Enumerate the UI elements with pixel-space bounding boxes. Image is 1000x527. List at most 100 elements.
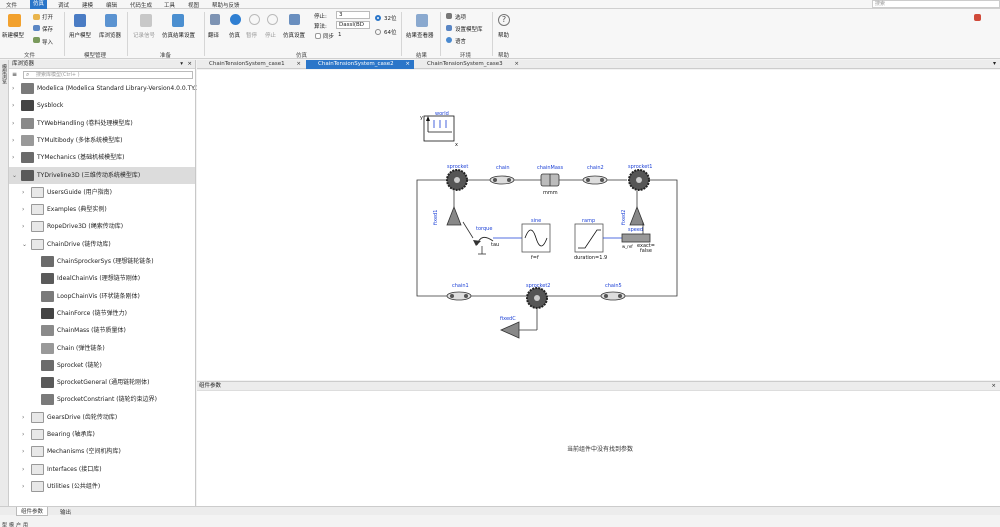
tree-item[interactable]: › TYMultibody (多体系统模型库): [9, 132, 195, 149]
menu-edit[interactable]: 编辑: [106, 1, 117, 9]
tab-case1[interactable]: ChainTensionSystem_case1 ×: [197, 60, 305, 69]
tree-item[interactable]: › UsersGuide (用户指南): [9, 184, 195, 201]
user-model-icon[interactable]: [74, 14, 86, 27]
menu-file[interactable]: 文件: [6, 1, 17, 9]
tree-item[interactable]: › Examples (典型实例): [9, 201, 195, 218]
torque-block[interactable]: torque tau: [473, 226, 499, 255]
model-browser-dock-tab[interactable]: 模型浏览: [1, 64, 8, 84]
sine-block[interactable]: sine f=f: [521, 218, 551, 261]
options-button[interactable]: 选项: [455, 13, 466, 21]
translate-button[interactable]: 翻译: [208, 31, 219, 39]
play-icon[interactable]: [230, 14, 241, 25]
tabs-menu-icon[interactable]: ▾: [993, 60, 996, 67]
save-icon[interactable]: [33, 25, 40, 31]
sim-settings-button[interactable]: 仿真设置: [283, 31, 305, 39]
sim-result-settings-icon[interactable]: [172, 14, 184, 27]
import-icon[interactable]: [33, 37, 40, 43]
speed-block[interactable]: speed w_ref exact= false: [621, 227, 655, 254]
tree-item[interactable]: LoopChainVis (环状链条刚体): [9, 288, 195, 305]
menu-modeling[interactable]: 建模: [82, 1, 93, 9]
algorithm-select[interactable]: Dassl(BD: [336, 21, 370, 29]
sim-result-settings-button[interactable]: 仿真结果设置: [162, 31, 195, 39]
tree-item[interactable]: › TYWebHandling (卷料处理模型库): [9, 115, 195, 132]
fixed2-block[interactable]: fixed2: [621, 191, 645, 226]
chevron-right-icon[interactable]: ›: [12, 132, 14, 149]
menu-debug[interactable]: 调试: [58, 1, 69, 9]
sprocket-block[interactable]: sprocket: [446, 164, 468, 191]
chevron-down-icon[interactable]: ⌄: [22, 236, 27, 253]
menu-help[interactable]: 帮助与反馈: [212, 1, 240, 9]
tree-item[interactable]: › Mechanisms (空间机构库): [9, 443, 195, 460]
library-browser-icon[interactable]: [105, 14, 117, 27]
close-icon[interactable]: ×: [296, 60, 301, 69]
world-block[interactable]: world y x: [420, 111, 458, 148]
fixed1-block[interactable]: fixed1: [433, 191, 462, 226]
translate-icon[interactable]: [210, 14, 220, 25]
open-icon[interactable]: [33, 14, 40, 20]
simulate-button[interactable]: 仿真: [229, 31, 240, 39]
tree-item[interactable]: Chain (弹性链条): [9, 340, 195, 357]
new-model-button[interactable]: 新建模型: [2, 31, 24, 39]
tree-options-icon[interactable]: ≡: [12, 71, 17, 78]
close-icon[interactable]: ×: [405, 60, 410, 69]
tree-item[interactable]: ⌄ TYDriveline3D (三维传动系统模型库): [9, 166, 195, 184]
bit64-radio[interactable]: [375, 29, 381, 35]
tree-item[interactable]: ChainForce (链节弹性力): [9, 305, 195, 322]
close-icon[interactable]: ×: [514, 60, 519, 69]
sync-checkbox[interactable]: [315, 33, 321, 39]
user-model-button[interactable]: 用户模型: [69, 31, 91, 39]
sim-settings-icon[interactable]: [289, 14, 300, 25]
menu-tools[interactable]: 工具: [164, 1, 175, 9]
chevron-right-icon[interactable]: ›: [12, 115, 14, 132]
tree-item[interactable]: › TYMechanics (基础机械模型库): [9, 149, 195, 166]
set-model-lib-button[interactable]: 设置模型库: [455, 25, 483, 33]
options-icon[interactable]: [446, 13, 452, 19]
tree-item[interactable]: › RopeDrive3D (绳索传动库): [9, 218, 195, 235]
pause-button[interactable]: 暂停: [246, 31, 257, 39]
tree-item[interactable]: › Modelica (Modelica Standard Library-Ver…: [9, 80, 202, 97]
help-button[interactable]: 帮助: [498, 31, 509, 39]
chevron-right-icon[interactable]: ›: [22, 461, 24, 478]
tree-item[interactable]: › Bearing (轴承库): [9, 426, 195, 443]
pause-icon[interactable]: [249, 14, 260, 25]
chain2-block[interactable]: chain2: [582, 165, 608, 185]
chevron-right-icon[interactable]: ›: [22, 478, 24, 495]
open-button[interactable]: 打开: [42, 13, 53, 21]
help-icon[interactable]: ?: [498, 14, 510, 26]
result-viewer-button[interactable]: 结果查看器: [406, 31, 434, 39]
chainmass-block[interactable]: chainMass mmm: [537, 165, 564, 196]
sprocket2-block[interactable]: sprocket2: [526, 283, 550, 309]
import-button[interactable]: 导入: [42, 38, 53, 46]
chain-block[interactable]: chain: [489, 165, 515, 185]
diagram-canvas[interactable]: world y x sprocket chain chainMass mmm c…: [197, 70, 1000, 380]
chevron-right-icon[interactable]: ›: [22, 184, 24, 201]
tree-item[interactable]: SprocketConstriant (链轮约束边界): [9, 391, 195, 408]
record-signal-icon[interactable]: [140, 14, 152, 27]
chevron-right-icon[interactable]: ›: [22, 443, 24, 460]
tab-case3[interactable]: ChainTensionSystem_case3 ×: [415, 60, 523, 69]
tree-item[interactable]: ChainMass (链节质量体): [9, 322, 195, 339]
chevron-right-icon[interactable]: ›: [22, 426, 24, 443]
chevron-right-icon[interactable]: ›: [22, 218, 24, 235]
chevron-right-icon[interactable]: ›: [22, 201, 24, 218]
stop-time-input[interactable]: 3: [336, 11, 370, 19]
tree-item[interactable]: Sprocket (链轮): [9, 357, 195, 374]
tree-item[interactable]: IdealChainVis (理想链节刚体): [9, 270, 195, 287]
chevron-right-icon[interactable]: ›: [22, 409, 24, 426]
tab-case2[interactable]: ChainTensionSystem_case2 ×: [306, 60, 414, 69]
tree-item[interactable]: › Interfaces (接口库): [9, 461, 195, 478]
menu-view[interactable]: 视图: [188, 1, 199, 9]
library-search-input[interactable]: 搜索库模型(Ctrl+ ): [23, 71, 193, 79]
save-button[interactable]: 保存: [42, 25, 53, 33]
menu-codegen[interactable]: 代码生成: [130, 1, 152, 9]
chevron-down-icon[interactable]: ⌄: [12, 167, 17, 184]
close-icon[interactable]: ×: [991, 382, 996, 391]
chevron-right-icon[interactable]: ›: [12, 149, 14, 166]
sprocket1-block[interactable]: sprocket1: [628, 164, 652, 191]
tree-item[interactable]: › Sysblock: [9, 97, 195, 114]
tree-item[interactable]: ⌄ ChainDrive (链传动库): [9, 236, 195, 253]
chevron-right-icon[interactable]: ›: [12, 80, 14, 97]
fixedc-block[interactable]: fixedC: [500, 308, 538, 339]
chevron-right-icon[interactable]: ›: [12, 97, 14, 114]
pin-icon[interactable]: ▾: [180, 60, 183, 69]
